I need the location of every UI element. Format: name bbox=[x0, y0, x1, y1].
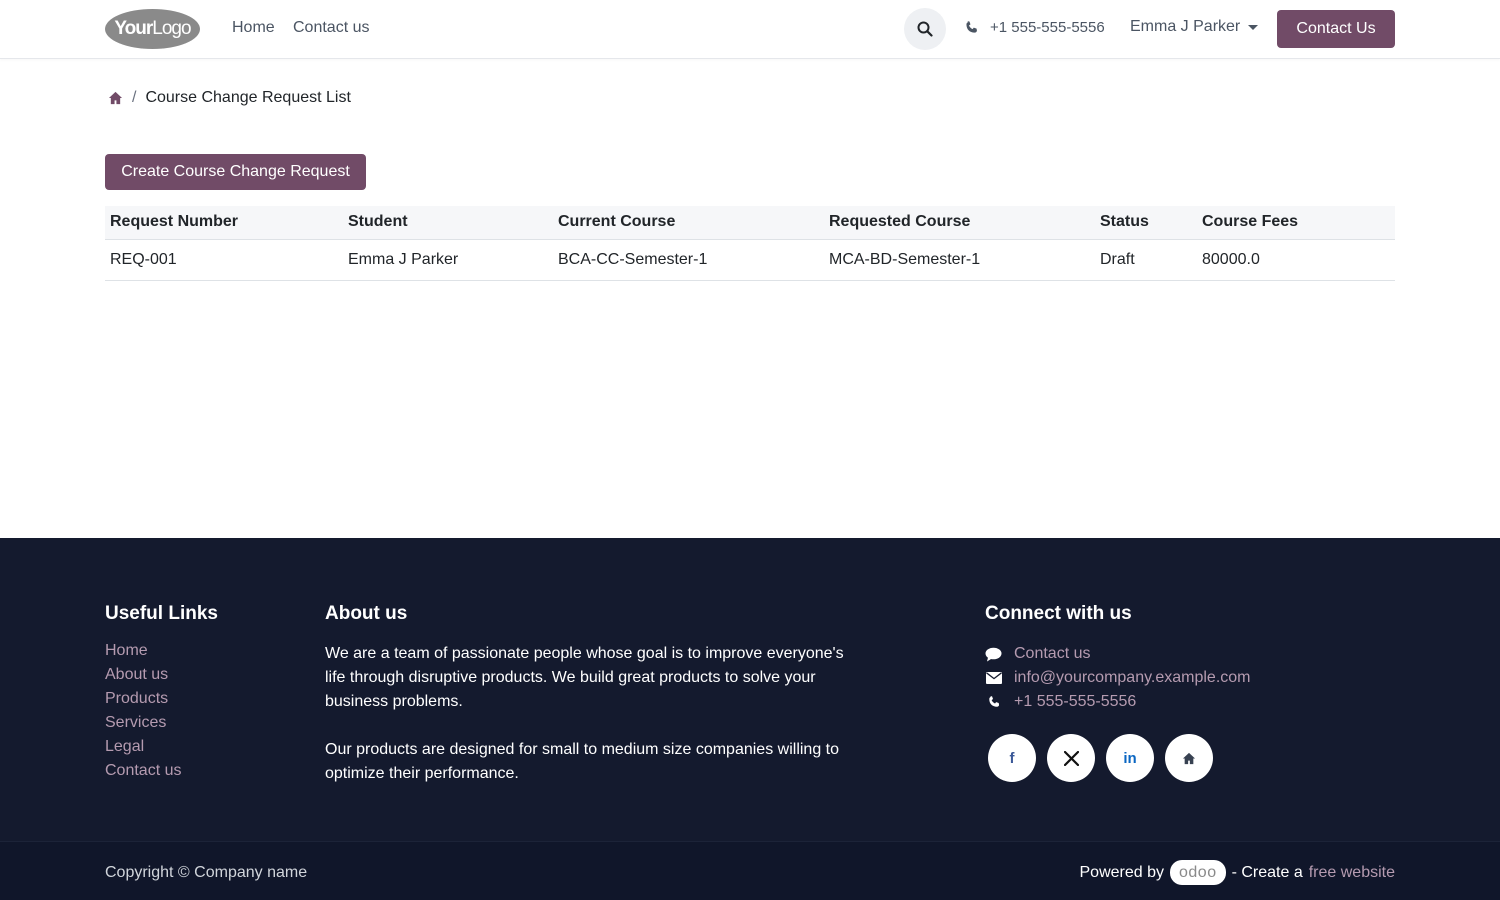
header-phone[interactable]: +1 555-555-5556 bbox=[964, 19, 1105, 36]
about-paragraph-2: Our products are designed for small to m… bbox=[325, 741, 840, 782]
search-button[interactable] bbox=[904, 8, 946, 50]
col-course-fees: Course Fees bbox=[1197, 206, 1395, 240]
linkedin-icon: in bbox=[1123, 749, 1137, 767]
connect-contact-link[interactable]: Contact us bbox=[1014, 645, 1090, 663]
about-paragraph-1: We are a team of passionate people whose… bbox=[325, 645, 844, 710]
col-current-course: Current Course bbox=[553, 206, 824, 240]
user-menu-dropdown[interactable]: Emma J Parker bbox=[1130, 18, 1259, 36]
col-status: Status bbox=[1095, 206, 1197, 240]
table-row[interactable]: REQ-001 Emma J Parker BCA-CC-Semester-1 … bbox=[105, 239, 1395, 281]
home-icon bbox=[1182, 752, 1196, 764]
linkedin-button[interactable]: in bbox=[1106, 734, 1154, 782]
footer-link-contact-us[interactable]: Contact us bbox=[105, 762, 181, 779]
cell-request-number[interactable]: REQ-001 bbox=[105, 239, 343, 281]
facebook-button[interactable]: f bbox=[988, 734, 1036, 782]
odoo-logo-text: odoo bbox=[1179, 863, 1217, 881]
chat-icon bbox=[985, 647, 1002, 661]
footer-link-services[interactable]: Services bbox=[105, 714, 166, 731]
contact-us-button[interactable]: Contact Us bbox=[1277, 10, 1395, 48]
logo-text-bold: Your bbox=[114, 18, 153, 39]
footer: Useful Links Home About us Products Serv… bbox=[0, 538, 1500, 841]
about-us-title: About us bbox=[325, 603, 408, 624]
footer-link-products[interactable]: Products bbox=[105, 690, 168, 707]
envelope-icon bbox=[985, 672, 1002, 684]
table-header-row: Request Number Student Current Course Re… bbox=[105, 206, 1395, 240]
col-request-number: Request Number bbox=[105, 206, 343, 240]
logo-text: Logo bbox=[152, 18, 191, 39]
footer-link-legal[interactable]: Legal bbox=[105, 738, 144, 755]
x-icon bbox=[1063, 750, 1079, 766]
connect-phone-item[interactable]: +1 555-555-5556 bbox=[985, 690, 1251, 714]
connect-list: Contact us info@yourcompany.example.com … bbox=[985, 642, 1251, 714]
connect-phone-link[interactable]: +1 555-555-5556 bbox=[1014, 693, 1136, 711]
phone-icon bbox=[988, 696, 999, 707]
breadcrumb: / Course Change Request List bbox=[108, 89, 351, 107]
cell-current-course: BCA-CC-Semester-1 bbox=[553, 239, 824, 281]
create-course-change-request-button[interactable]: Create Course Change Request bbox=[105, 154, 366, 190]
course-change-request-table: Request Number Student Current Course Re… bbox=[105, 206, 1395, 281]
nav-home[interactable]: Home bbox=[232, 19, 275, 37]
home-icon[interactable] bbox=[108, 91, 123, 105]
powered-by-label: Powered by bbox=[1079, 863, 1165, 881]
useful-links-title: Useful Links bbox=[105, 603, 218, 624]
breadcrumb-current: Course Change Request List bbox=[145, 89, 351, 106]
top-navbar: YourLogo Home Contact us +1 555-555-5556… bbox=[0, 0, 1500, 59]
chevron-down-icon bbox=[1248, 24, 1259, 30]
facebook-icon: f bbox=[1009, 749, 1015, 767]
odoo-logo[interactable]: odoo bbox=[1170, 860, 1226, 885]
col-student: Student bbox=[343, 206, 553, 240]
connect-contact-item[interactable]: Contact us bbox=[985, 642, 1251, 666]
user-name: Emma J Parker bbox=[1130, 18, 1241, 35]
company-logo[interactable]: YourLogo bbox=[105, 9, 200, 49]
cell-status: Draft bbox=[1095, 239, 1197, 281]
footer-link-home[interactable]: Home bbox=[105, 642, 148, 659]
powered-by: Powered by odoo - Create a free website bbox=[1079, 860, 1395, 885]
home-button[interactable] bbox=[1165, 734, 1213, 782]
copyright-text: Copyright © Company name bbox=[105, 864, 308, 881]
x-button[interactable] bbox=[1047, 734, 1095, 782]
nav-contact-us[interactable]: Contact us bbox=[293, 19, 369, 37]
cell-student: Emma J Parker bbox=[343, 239, 553, 281]
search-icon bbox=[917, 21, 933, 37]
phone-icon bbox=[966, 21, 977, 33]
header-phone-text: +1 555-555-5556 bbox=[990, 19, 1105, 36]
useful-links-list: Home About us Products Services Legal Co… bbox=[105, 642, 181, 786]
connect-email-link[interactable]: info@yourcompany.example.com bbox=[1014, 669, 1251, 687]
connect-title: Connect with us bbox=[985, 603, 1132, 624]
create-a-label: - Create a bbox=[1231, 863, 1303, 881]
col-requested-course: Requested Course bbox=[824, 206, 1095, 240]
free-website-link[interactable]: free website bbox=[1309, 864, 1395, 882]
breadcrumb-separator: / bbox=[132, 89, 137, 106]
cell-requested-course: MCA-BD-Semester-1 bbox=[824, 239, 1095, 281]
social-links: f in bbox=[988, 734, 1213, 782]
copyright-bar: Copyright © Company name Powered by odoo… bbox=[0, 841, 1500, 900]
cell-course-fees: 80000.0 bbox=[1197, 239, 1395, 281]
footer-link-about-us[interactable]: About us bbox=[105, 666, 168, 683]
about-us-text: We are a team of passionate people whose… bbox=[325, 642, 855, 786]
connect-email-item[interactable]: info@yourcompany.example.com bbox=[985, 666, 1251, 690]
